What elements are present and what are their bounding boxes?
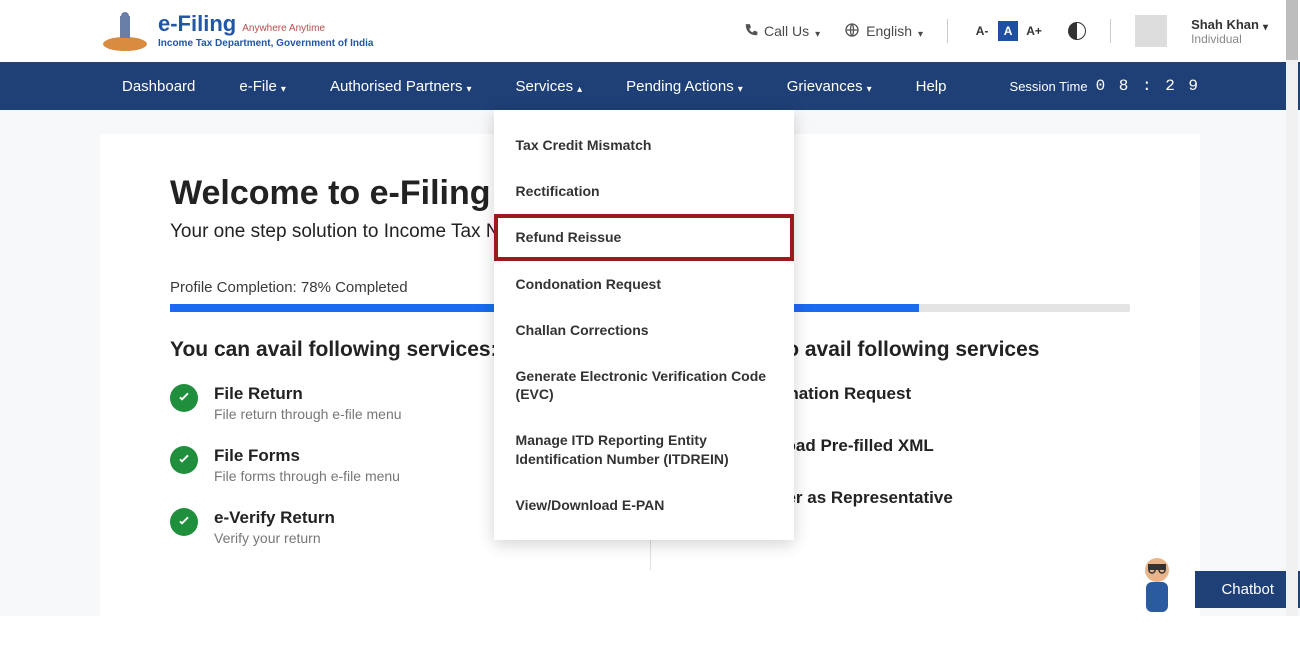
scrollbar-thumb[interactable] — [1286, 0, 1298, 60]
nav-label: Grievances — [787, 78, 863, 95]
main-navbar: Dashboard e-File Authorised Partners Ser… — [0, 62, 1300, 110]
call-us-menu[interactable]: Call Us — [744, 23, 820, 40]
service-title: File Forms — [214, 446, 400, 466]
service-desc: Verify your return — [214, 530, 335, 546]
session-label: Session Time — [1010, 79, 1088, 94]
dropdown-item-condonation-request[interactable]: Condonation Request — [494, 261, 794, 307]
chevron-down-icon — [738, 79, 743, 96]
top-header: e-Filing Anywhere Anytime Income Tax Dep… — [0, 0, 1300, 62]
session-time-value: 0 8 : 2 9 — [1096, 77, 1200, 95]
font-decrease-button[interactable]: A- — [972, 21, 992, 41]
divider — [1110, 19, 1111, 43]
service-title: File Return — [214, 384, 402, 404]
divider — [947, 19, 948, 43]
nav-dashboard[interactable]: Dashboard — [100, 62, 217, 110]
dropdown-item-manage-itdrein[interactable]: Manage ITD Reporting Entity Identificati… — [494, 417, 794, 481]
services-dropdown: Tax Credit Mismatch Rectification Refund… — [494, 110, 794, 540]
nav-label: Pending Actions — [626, 78, 734, 95]
brand-text: e-Filing Anywhere Anytime Income Tax Dep… — [158, 13, 373, 49]
chevron-down-icon — [467, 79, 472, 96]
chatbot-button[interactable]: Chatbot — [1195, 571, 1300, 608]
language-menu[interactable]: English — [844, 22, 923, 41]
service-desc: File forms through e-file menu — [214, 468, 400, 484]
chevron-up-icon — [577, 79, 582, 96]
check-icon — [170, 446, 198, 474]
chatbot-label: Chatbot — [1221, 581, 1274, 598]
user-menu[interactable]: Shah Khan — [1191, 17, 1268, 32]
chevron-down-icon — [1263, 18, 1268, 33]
avatar[interactable] — [1135, 15, 1167, 47]
service-title: e-Verify Return — [214, 508, 335, 528]
top-right-controls: Call Us English A- A A+ Shah Khan Indivi… — [744, 15, 1268, 47]
brand-tagline: Anywhere Anytime — [242, 24, 325, 34]
chatbot-avatar-icon — [1134, 554, 1180, 622]
nav-label: e-File — [239, 78, 277, 95]
service-desc: File return through e-file menu — [214, 406, 402, 422]
brand-title: e-Filing — [158, 13, 236, 35]
nav-label: Authorised Partners — [330, 78, 463, 95]
session-timer: Session Time 0 8 : 2 9 — [1010, 77, 1200, 95]
nav-pending-actions[interactable]: Pending Actions — [604, 62, 765, 110]
font-increase-button[interactable]: A+ — [1024, 21, 1044, 41]
emblem-icon — [100, 10, 150, 52]
language-label: English — [866, 23, 912, 39]
chevron-down-icon — [815, 24, 820, 40]
font-default-button[interactable]: A — [998, 21, 1018, 41]
call-us-label: Call Us — [764, 23, 809, 39]
check-icon — [170, 384, 198, 412]
nav-label: Help — [916, 78, 947, 95]
chevron-down-icon — [281, 79, 286, 96]
contrast-toggle-icon[interactable] — [1068, 22, 1086, 40]
check-icon — [170, 508, 198, 536]
nav-label: Services — [516, 78, 574, 95]
globe-icon — [844, 22, 860, 41]
dropdown-item-tax-credit-mismatch[interactable]: Tax Credit Mismatch — [494, 122, 794, 168]
user-name-label: Shah Khan — [1191, 17, 1259, 32]
user-block: Shah Khan Individual — [1191, 17, 1268, 46]
dropdown-item-refund-reissue[interactable]: Refund Reissue — [494, 214, 794, 260]
phone-icon — [744, 23, 758, 40]
brand-logo[interactable]: e-Filing Anywhere Anytime Income Tax Dep… — [100, 10, 373, 52]
font-size-controls: A- A A+ — [972, 21, 1044, 41]
nav-efile[interactable]: e-File — [217, 62, 308, 110]
chevron-down-icon — [867, 79, 872, 96]
nav-label: Dashboard — [122, 78, 195, 95]
vertical-scrollbar[interactable] — [1286, 0, 1298, 616]
nav-services[interactable]: Services Tax Credit Mismatch Rectificati… — [494, 62, 605, 110]
brand-subtitle: Income Tax Department, Government of Ind… — [158, 39, 373, 49]
dropdown-item-challan-corrections[interactable]: Challan Corrections — [494, 307, 794, 353]
nav-grievances[interactable]: Grievances — [765, 62, 894, 110]
dropdown-item-view-epan[interactable]: View/Download E-PAN — [494, 482, 794, 528]
chevron-down-icon — [918, 24, 923, 40]
nav-help[interactable]: Help — [894, 62, 969, 110]
dropdown-item-generate-evc[interactable]: Generate Electronic Verification Code (E… — [494, 353, 794, 417]
user-role-label: Individual — [1191, 32, 1268, 46]
dropdown-item-rectification[interactable]: Rectification — [494, 168, 794, 214]
nav-authorised-partners[interactable]: Authorised Partners — [308, 62, 494, 110]
